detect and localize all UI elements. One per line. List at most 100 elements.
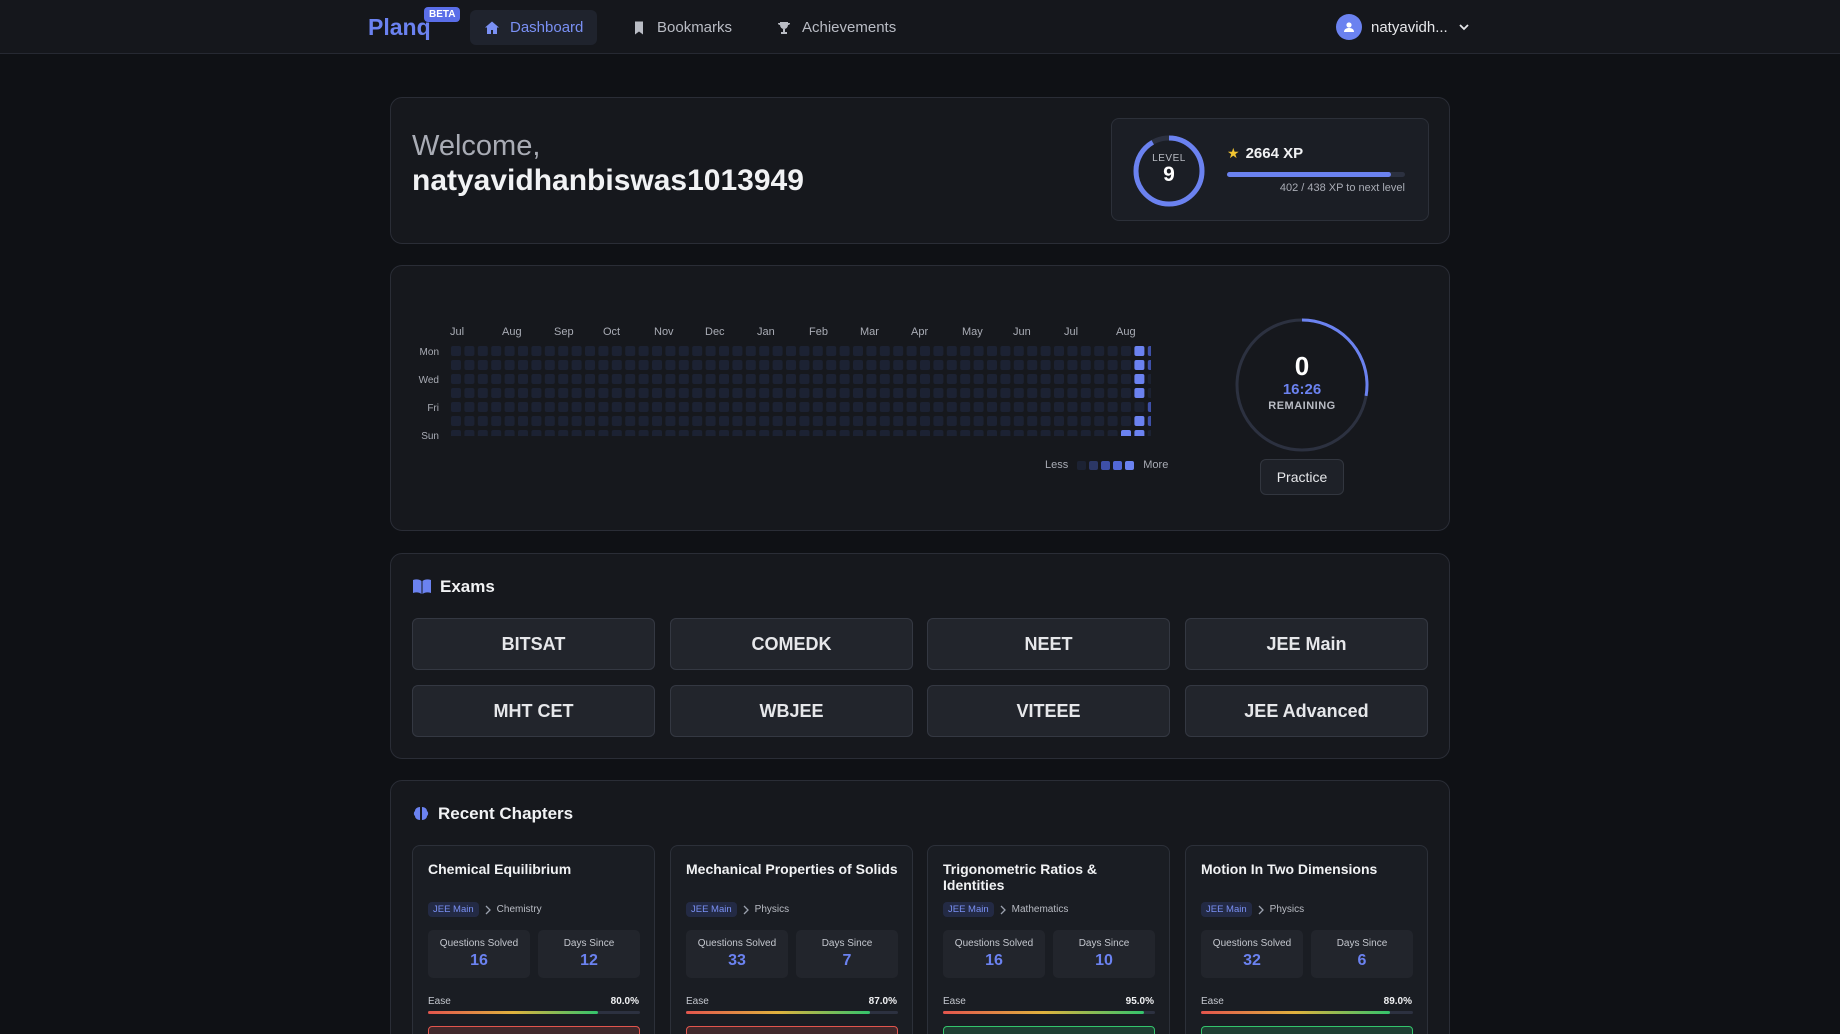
heatmap-cell [652, 402, 662, 412]
heatmap-cell [946, 346, 957, 356]
heatmap-cell [1134, 374, 1145, 384]
nav-achievements[interactable]: Achievements [762, 10, 910, 45]
heatmap-cell [1054, 402, 1064, 412]
day-label: Fri [427, 403, 439, 414]
exam-button[interactable]: JEE Main [1185, 618, 1428, 670]
heatmap-cell [1134, 430, 1145, 436]
exam-button[interactable]: VITEEE [927, 685, 1170, 737]
heatmap-cell [464, 360, 475, 370]
heatmap-cell [531, 402, 542, 412]
stat-value: 33 [728, 952, 746, 969]
stat-label: Days Since [821, 938, 873, 949]
heatmap-cell [1147, 430, 1151, 436]
heatmap-cell [960, 346, 971, 356]
ease-fill [428, 1011, 598, 1014]
brand-logo[interactable]: Planq [368, 14, 431, 41]
timer-count: 0 [1294, 351, 1310, 381]
heatmap-cell [571, 430, 582, 436]
nav-dashboard[interactable]: Dashboard [470, 10, 598, 45]
heatmap-cell [960, 402, 971, 412]
heatmap-cell [518, 416, 528, 426]
heatmap-cell [920, 360, 930, 370]
heatmap-cell [839, 346, 850, 356]
chapter-card[interactable]: Motion In Two Dimensions JEE Main Physic… [1185, 845, 1428, 1034]
heatmap-cell [987, 388, 997, 398]
exam-button[interactable]: MHT CET [412, 685, 655, 737]
heatmap-cell [625, 388, 636, 398]
subject-label: Mathematics [1011, 904, 1069, 915]
heatmap-cell [1013, 430, 1024, 436]
heatmap-cell [719, 402, 729, 412]
heatmap-cell [839, 430, 850, 436]
stat-label: Days Since [563, 938, 615, 949]
heatmap-cell [1134, 346, 1145, 356]
legend-swatch [1101, 460, 1111, 470]
chapter-card[interactable]: Mechanical Properties of Solids JEE Main… [670, 845, 913, 1034]
heatmap-cell [853, 388, 863, 398]
heatmap-cell [1080, 346, 1091, 356]
questions-solved-stat: Questions Solved 32 [1201, 930, 1303, 978]
heatmap-cell [1054, 360, 1064, 370]
heatmap-cell [531, 430, 542, 436]
heatmap-cell [893, 430, 904, 436]
heatmap-cell [745, 346, 756, 356]
heatmap-cell [786, 374, 796, 384]
nav-bookmarks[interactable]: Bookmarks [617, 10, 746, 45]
heatmap-cell [571, 416, 582, 426]
chapter-action-button[interactable] [686, 1026, 898, 1034]
stat-label: Days Since [1078, 938, 1130, 949]
heatmap-cell [920, 346, 930, 356]
heatmap-cell [1040, 346, 1051, 356]
exam-button[interactable]: NEET [927, 618, 1170, 670]
exam-button[interactable]: BITSAT [412, 618, 655, 670]
chapter-action-button[interactable] [943, 1026, 1155, 1034]
heatmap-cell [799, 346, 810, 356]
exam-button[interactable]: JEE Advanced [1185, 685, 1428, 737]
chapter-action-button[interactable] [428, 1026, 640, 1034]
heatmap-cell [665, 416, 676, 426]
exams-heading: Exams [412, 577, 495, 597]
heatmap-cell [652, 346, 662, 356]
heatmap-cell [745, 360, 756, 370]
exam-tag[interactable]: JEE Main [943, 902, 994, 917]
exam-tag[interactable]: JEE Main [428, 902, 479, 917]
heatmap-cell [638, 402, 649, 412]
exam-tag[interactable]: JEE Main [686, 902, 737, 917]
heatmap-cell [544, 416, 555, 426]
heatmap-legend: Less More [1045, 459, 1168, 471]
heatmap-cell [652, 416, 662, 426]
month-label: Jul [1064, 326, 1079, 338]
heatmap-cell [692, 374, 703, 384]
exam-button[interactable]: COMEDK [670, 618, 913, 670]
ease-fill [943, 1011, 1145, 1014]
heatmap-cell [866, 416, 877, 426]
legend-swatch [1089, 460, 1099, 470]
chapter-action-button[interactable] [1201, 1026, 1413, 1034]
legend-more: More [1143, 459, 1169, 471]
exam-tag[interactable]: JEE Main [1201, 902, 1252, 917]
heatmap-cell [1094, 374, 1105, 384]
heatmap-cell [853, 346, 863, 356]
chapter-card[interactable]: Trigonometric Ratios & Identities JEE Ma… [927, 845, 1170, 1034]
stat-value: 6 [1357, 952, 1367, 969]
heatmap-cell [759, 388, 770, 398]
heatmap-cell [1067, 360, 1078, 370]
user-menu[interactable]: natyavidh... [1336, 14, 1471, 40]
heatmap-cell [920, 402, 930, 412]
heatmap-cell [638, 374, 649, 384]
nav-bookmarks-label: Bookmarks [657, 19, 733, 36]
heatmap-cell [879, 402, 890, 412]
heatmap-cell [839, 402, 850, 412]
heatmap-cell [920, 416, 930, 426]
heatmap-cell [544, 430, 555, 436]
heatmap-cell [678, 430, 689, 436]
heatmap-cell [491, 430, 502, 436]
practice-button[interactable]: Practice [1260, 459, 1344, 495]
chapter-card[interactable]: Chemical Equilibrium JEE Main Chemistry … [412, 845, 655, 1034]
exam-button[interactable]: WBJEE [670, 685, 913, 737]
heatmap-cell [477, 374, 488, 384]
heatmap-cell [1013, 360, 1024, 370]
heatmap-cell [1094, 416, 1105, 426]
heatmap-cell [1107, 402, 1118, 412]
xp-total: ★ 2664 XP [1227, 145, 1303, 162]
